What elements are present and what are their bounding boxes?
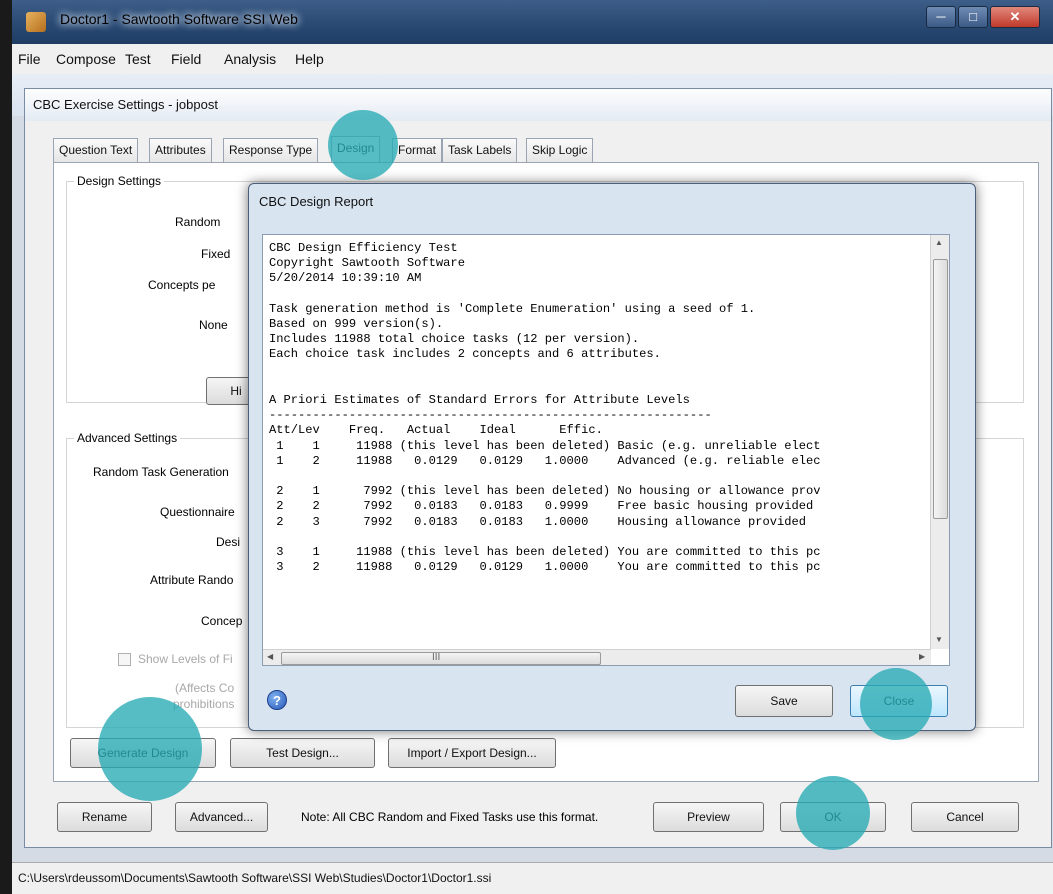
menu-field[interactable]: Field: [171, 51, 201, 67]
tab-attributes[interactable]: Attributes: [149, 138, 212, 163]
scroll-arrow-icon[interactable]: ▼: [935, 635, 943, 644]
dialog-title: CBC Exercise Settings - jobpost: [33, 97, 218, 112]
app-icon: [26, 12, 46, 32]
tab-format[interactable]: Format: [392, 138, 443, 163]
tab-task-labels[interactable]: Task Labels: [442, 138, 518, 163]
ok-button[interactable]: OK: [780, 802, 886, 832]
random-label: Random: [175, 215, 221, 229]
scroll-grip: III: [432, 652, 441, 663]
minimize-icon[interactable]: ─: [926, 6, 956, 28]
tab-response-type[interactable]: Response Type: [223, 138, 319, 163]
show-levels-label: Show Levels of Fi: [138, 652, 233, 666]
app-title: Doctor1 - Sawtooth Software SSI Web: [60, 11, 298, 27]
cancel-button[interactable]: Cancel: [911, 802, 1019, 832]
vertical-scroll-thumb[interactable]: [933, 259, 948, 519]
advanced-button[interactable]: Advanced...: [175, 802, 268, 832]
tab-question-text[interactable]: Question Text: [53, 138, 139, 163]
preview-button[interactable]: Preview: [653, 802, 764, 832]
design-settings-title: Design Settings: [74, 174, 165, 188]
app-titlebar: Doctor1 - Sawtooth Software SSI Web ─ □ …: [12, 0, 1053, 44]
generate-design-button[interactable]: Generate Design: [70, 738, 216, 768]
affects-note-2: prohibitions: [173, 697, 235, 711]
tab-design[interactable]: Design: [331, 136, 381, 164]
dialog-titlebar: CBC Exercise Settings - jobpost: [25, 89, 1051, 121]
close-button[interactable]: Close: [850, 685, 948, 717]
help-icon[interactable]: ?: [267, 690, 287, 710]
horizontal-scroll-thumb[interactable]: III: [281, 652, 601, 665]
design-label: Desi: [216, 535, 241, 549]
menu-bar: File Compose Test Field Analysis Help: [12, 44, 1053, 74]
menu-test[interactable]: Test: [125, 51, 151, 67]
maximize-icon[interactable]: □: [958, 6, 988, 28]
tab-skip-logic[interactable]: Skip Logic: [526, 138, 594, 163]
report-text-area[interactable]: CBC Design Efficiency Test Copyright Saw…: [262, 234, 950, 666]
concept-label: Concep: [201, 614, 243, 628]
random-task-generation-label: Random Task Generation: [93, 465, 229, 479]
save-button[interactable]: Save: [735, 685, 833, 717]
menu-compose[interactable]: Compose: [56, 51, 116, 67]
none-label: None: [199, 318, 228, 332]
questionnaire-label: Questionnaire: [160, 505, 235, 519]
fixed-label: Fixed: [201, 247, 231, 261]
menu-help[interactable]: Help: [295, 51, 324, 67]
report-title: CBC Design Report: [259, 194, 374, 209]
horizontal-scrollbar[interactable]: ◀ III ▶: [263, 649, 931, 665]
checkbox-icon[interactable]: [118, 653, 131, 666]
affects-note-1: (Affects Co: [175, 681, 235, 695]
import-export-design-button[interactable]: Import / Export Design...: [388, 738, 556, 768]
status-bar: C:\Users\rdeussom\Documents\Sawtooth Sof…: [12, 862, 1053, 894]
format-note: Note: All CBC Random and Fixed Tasks use…: [301, 810, 599, 824]
close-window-icon[interactable]: ✕: [990, 6, 1040, 28]
concepts-label: Concepts pe: [148, 278, 216, 292]
menu-analysis[interactable]: Analysis: [224, 51, 276, 67]
rename-button[interactable]: Rename: [57, 802, 152, 832]
scroll-arrow-icon[interactable]: ▲: [935, 238, 943, 247]
report-text: CBC Design Efficiency Test Copyright Saw…: [269, 241, 821, 575]
vertical-scrollbar[interactable]: ▲ ▼: [930, 235, 949, 649]
attribute-randomization-label: Attribute Rando: [150, 573, 234, 587]
advanced-settings-title: Advanced Settings: [74, 431, 181, 445]
scroll-arrow-icon[interactable]: ▶: [919, 652, 925, 661]
menu-file[interactable]: File: [18, 51, 41, 67]
status-path: C:\Users\rdeussom\Documents\Sawtooth Sof…: [18, 871, 492, 885]
scroll-arrow-icon[interactable]: ◀: [267, 652, 273, 661]
cbc-design-report-dialog: CBC Design Report CBC Design Efficiency …: [248, 183, 976, 731]
test-design-button[interactable]: Test Design...: [230, 738, 375, 768]
